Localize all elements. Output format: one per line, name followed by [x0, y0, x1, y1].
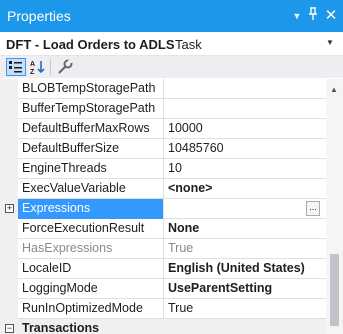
property-row-loggingmode[interactable]: LoggingMode UseParentSetting — [0, 279, 326, 299]
property-row-localeid[interactable]: LocaleID English (United States) — [0, 259, 326, 279]
row-margin — [0, 99, 18, 119]
property-row-forceexecutionresult[interactable]: ForceExecutionResult None — [0, 219, 326, 239]
property-name: ForceExecutionResult — [18, 219, 164, 239]
property-value[interactable]: 10000 — [165, 119, 326, 139]
row-margin: + — [0, 199, 18, 219]
object-name: DFT - Load Orders to ADLS — [6, 37, 175, 52]
row-margin — [0, 139, 18, 159]
property-name: EngineThreads — [18, 159, 164, 179]
row-margin — [0, 219, 18, 239]
alphabetical-sort-icon[interactable]: A Z — [28, 58, 48, 76]
svg-text:A: A — [30, 61, 35, 68]
property-value[interactable]: UseParentSetting — [165, 279, 326, 299]
properties-title-bar: Properties ▼ ✕ — [0, 0, 343, 32]
row-margin — [0, 159, 18, 179]
toolbar-separator — [50, 59, 51, 75]
property-value[interactable]: <none> — [165, 179, 326, 199]
property-pages-icon[interactable] — [55, 58, 75, 76]
collapse-icon[interactable]: − — [5, 324, 14, 333]
property-row-blobtempstoragepath[interactable]: BLOBTempStoragePath — [0, 79, 326, 99]
row-margin: − — [0, 319, 18, 334]
property-name: RunInOptimizedMode — [18, 299, 164, 319]
property-name: LoggingMode — [18, 279, 164, 299]
property-value[interactable] — [165, 199, 326, 219]
property-value[interactable] — [165, 79, 326, 99]
property-grid: BLOBTempStoragePath BufferTempStoragePat… — [0, 79, 326, 334]
row-margin — [0, 119, 18, 139]
property-name: LocaleID — [18, 259, 164, 279]
property-name: BufferTempStoragePath — [18, 99, 164, 119]
property-value[interactable]: True — [165, 299, 326, 319]
property-name: Expressions — [18, 199, 164, 219]
property-row-hasexpressions[interactable]: HasExpressions True — [0, 239, 326, 259]
object-selector[interactable]: DFT - Load Orders to ADLS Task ▼ — [0, 32, 343, 56]
property-row-runinoptimizedmode[interactable]: RunInOptimizedMode True — [0, 299, 326, 319]
property-name: BLOBTempStoragePath — [18, 79, 164, 99]
property-name: DefaultBufferSize — [18, 139, 164, 159]
ellipsis-button[interactable]: ... — [306, 201, 320, 216]
property-value[interactable]: None — [165, 219, 326, 239]
svg-text:Z: Z — [30, 69, 35, 76]
property-name: ExecValueVariable — [18, 179, 164, 199]
pin-icon[interactable] — [305, 7, 321, 25]
vertical-scrollbar[interactable]: ▲ — [326, 79, 343, 334]
category-name: Transactions — [22, 321, 100, 334]
window-title: Properties — [7, 8, 71, 24]
expand-icon[interactable]: + — [5, 204, 14, 213]
property-value[interactable]: English (United States) — [165, 259, 326, 279]
properties-toolbar: A Z — [0, 56, 343, 78]
categorized-view-icon[interactable] — [6, 58, 26, 76]
property-row-execvaluevariable[interactable]: ExecValueVariable <none> — [0, 179, 326, 199]
category-row-transactions[interactable]: − Transactions — [0, 319, 326, 334]
property-row-defaultbuffermaxrows[interactable]: DefaultBufferMaxRows 10000 — [0, 119, 326, 139]
row-margin — [0, 179, 18, 199]
property-row-buffertempstoragepath[interactable]: BufferTempStoragePath — [0, 99, 326, 119]
property-row-enginethreads[interactable]: EngineThreads 10 — [0, 159, 326, 179]
property-value[interactable]: 10 — [165, 159, 326, 179]
row-margin — [0, 79, 18, 99]
property-value[interactable] — [165, 99, 326, 119]
scrollbar-thumb[interactable] — [330, 254, 339, 326]
row-margin — [0, 279, 18, 299]
row-margin — [0, 239, 18, 259]
object-dropdown-icon[interactable]: ▼ — [326, 38, 334, 47]
row-margin — [0, 259, 18, 279]
property-name: HasExpressions — [18, 239, 164, 259]
scroll-up-icon[interactable]: ▲ — [330, 85, 338, 94]
property-value: True — [168, 241, 194, 255]
row-margin — [0, 299, 18, 319]
close-icon[interactable]: ✕ — [323, 7, 339, 25]
window-position-dropdown-icon[interactable]: ▼ — [289, 7, 305, 25]
property-value[interactable]: 10485760 — [165, 139, 326, 159]
property-row-expressions[interactable]: + Expressions ... — [0, 199, 326, 219]
property-row-defaultbuffersize[interactable]: DefaultBufferSize 10485760 — [0, 139, 326, 159]
object-type: Task — [175, 37, 202, 52]
property-name: DefaultBufferMaxRows — [18, 119, 164, 139]
